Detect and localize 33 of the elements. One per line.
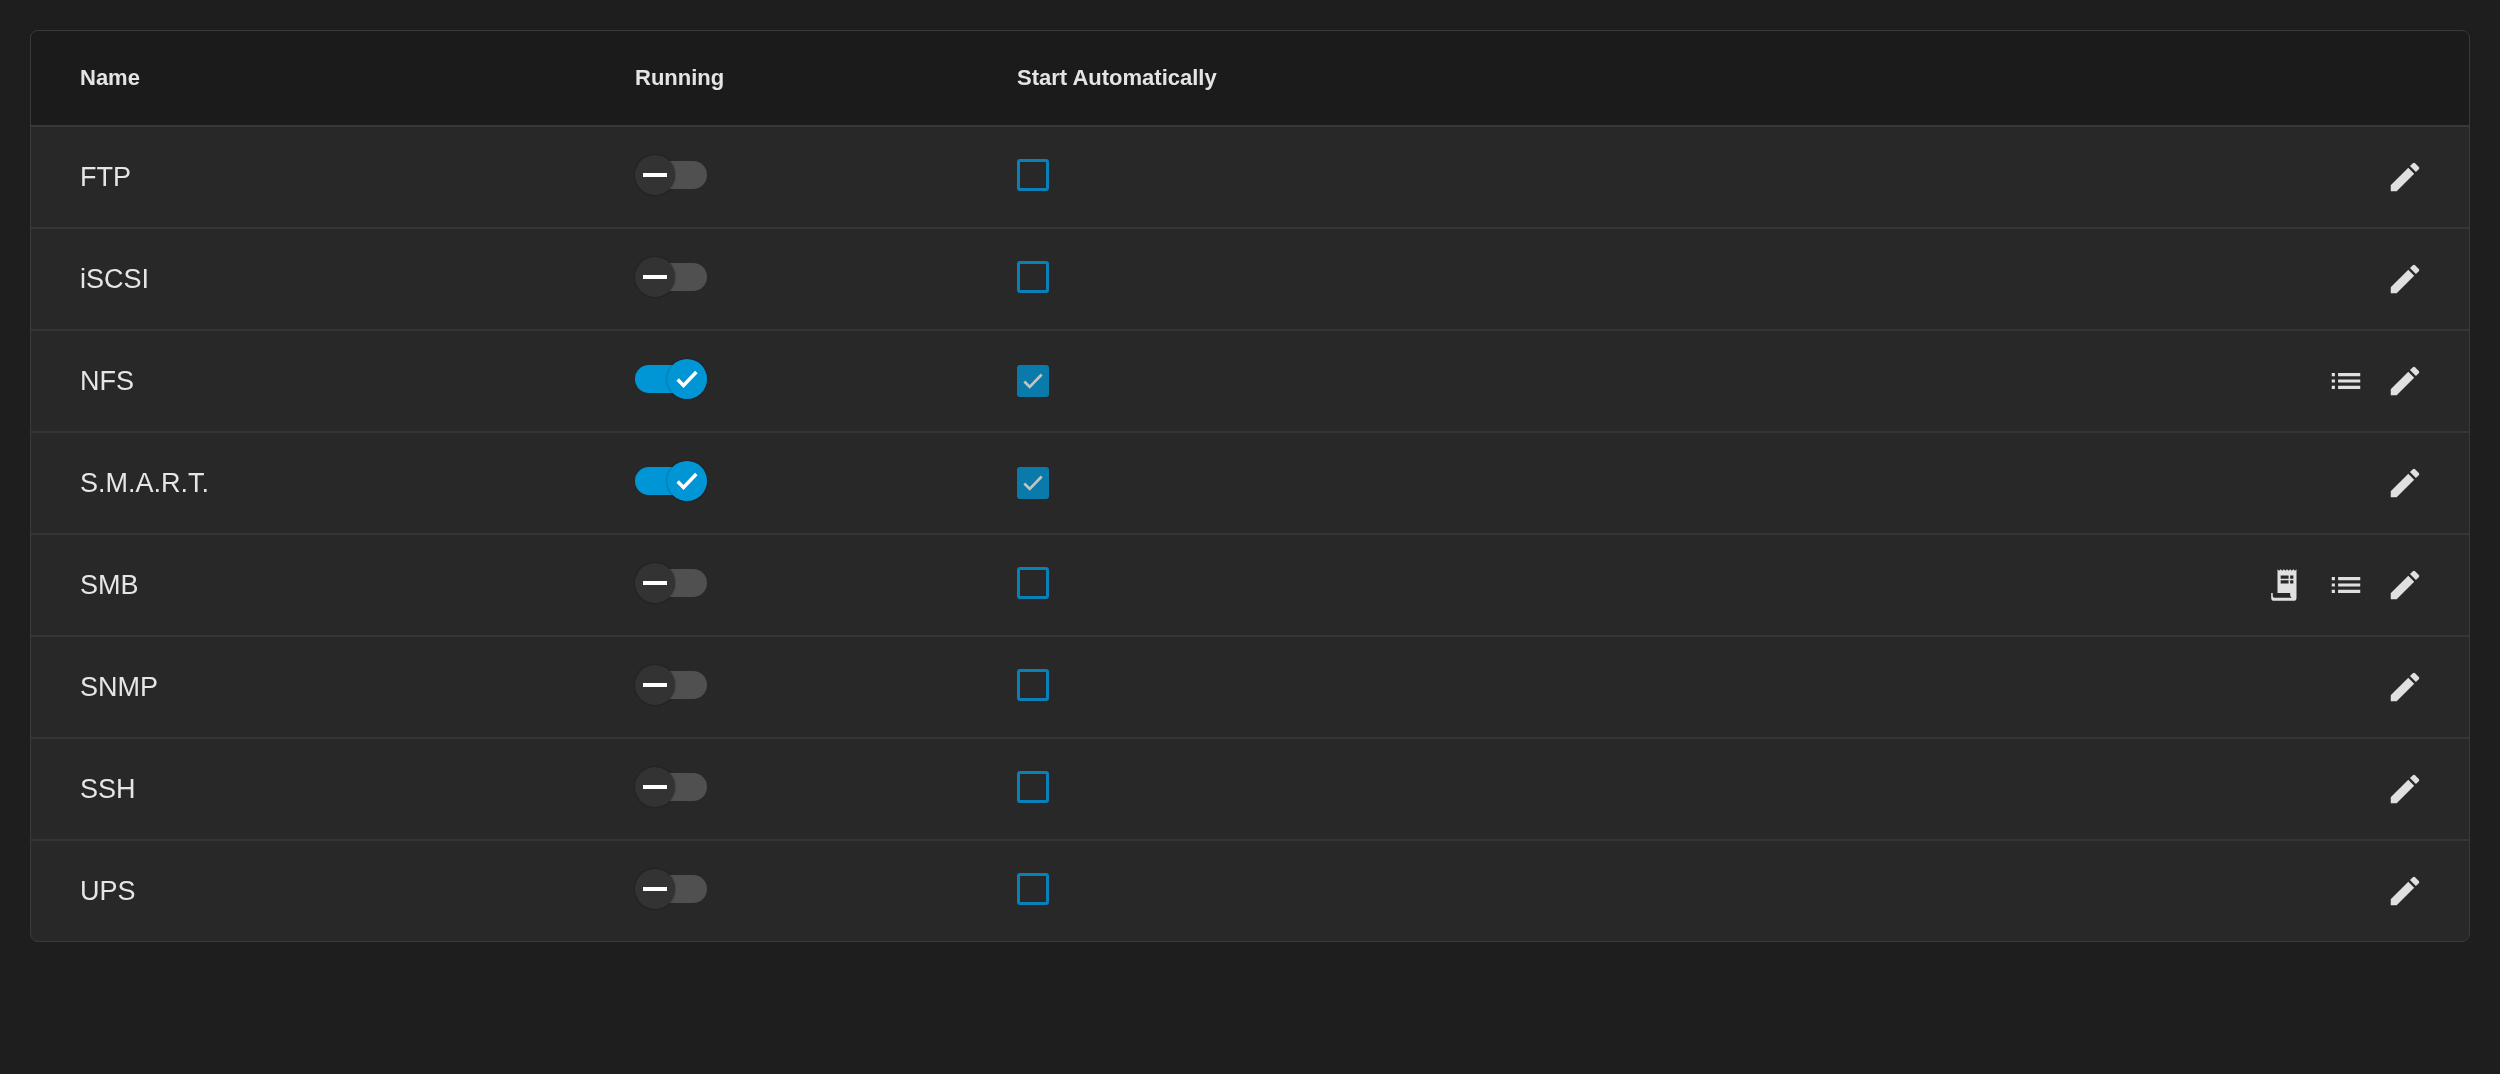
checkbox[interactable] <box>1017 669 1049 701</box>
service-name: NFS <box>80 365 135 397</box>
checkbox[interactable] <box>1017 261 1049 293</box>
service-name: SMB <box>80 569 140 601</box>
service-name: UPS <box>80 875 137 907</box>
dash-icon <box>643 275 667 279</box>
service-name: SNMP <box>80 671 159 703</box>
toggle-switch[interactable] <box>635 563 707 603</box>
service-name: FTP <box>80 161 132 193</box>
toggle-switch[interactable] <box>635 767 707 807</box>
checkbox[interactable] <box>1017 466 1049 499</box>
toggle-switch[interactable] <box>635 155 707 195</box>
toggle-switch[interactable] <box>635 359 707 399</box>
toggle-switch[interactable] <box>635 869 707 909</box>
checkbox[interactable] <box>1017 567 1049 599</box>
column-header: Name <box>80 65 141 91</box>
toggle-switch[interactable] <box>635 461 707 501</box>
service-name: iSCSI <box>80 263 151 295</box>
checkbox[interactable] <box>1017 159 1049 191</box>
dash-icon <box>643 785 667 789</box>
dash-icon <box>643 173 667 177</box>
dash-icon <box>643 581 667 585</box>
checkbox[interactable] <box>1017 771 1049 803</box>
toggle-switch[interactable] <box>635 665 707 705</box>
column-header: Start Automatically <box>1017 65 1218 91</box>
toggle-switch[interactable] <box>635 257 707 297</box>
dash-icon <box>643 683 667 687</box>
service-name: S.M.A.R.T. <box>80 467 210 499</box>
column-header: Running <box>635 65 726 91</box>
service-name: SSH <box>80 773 137 805</box>
checkbox[interactable] <box>1017 364 1049 397</box>
dash-icon <box>643 887 667 891</box>
checkbox[interactable] <box>1017 873 1049 905</box>
